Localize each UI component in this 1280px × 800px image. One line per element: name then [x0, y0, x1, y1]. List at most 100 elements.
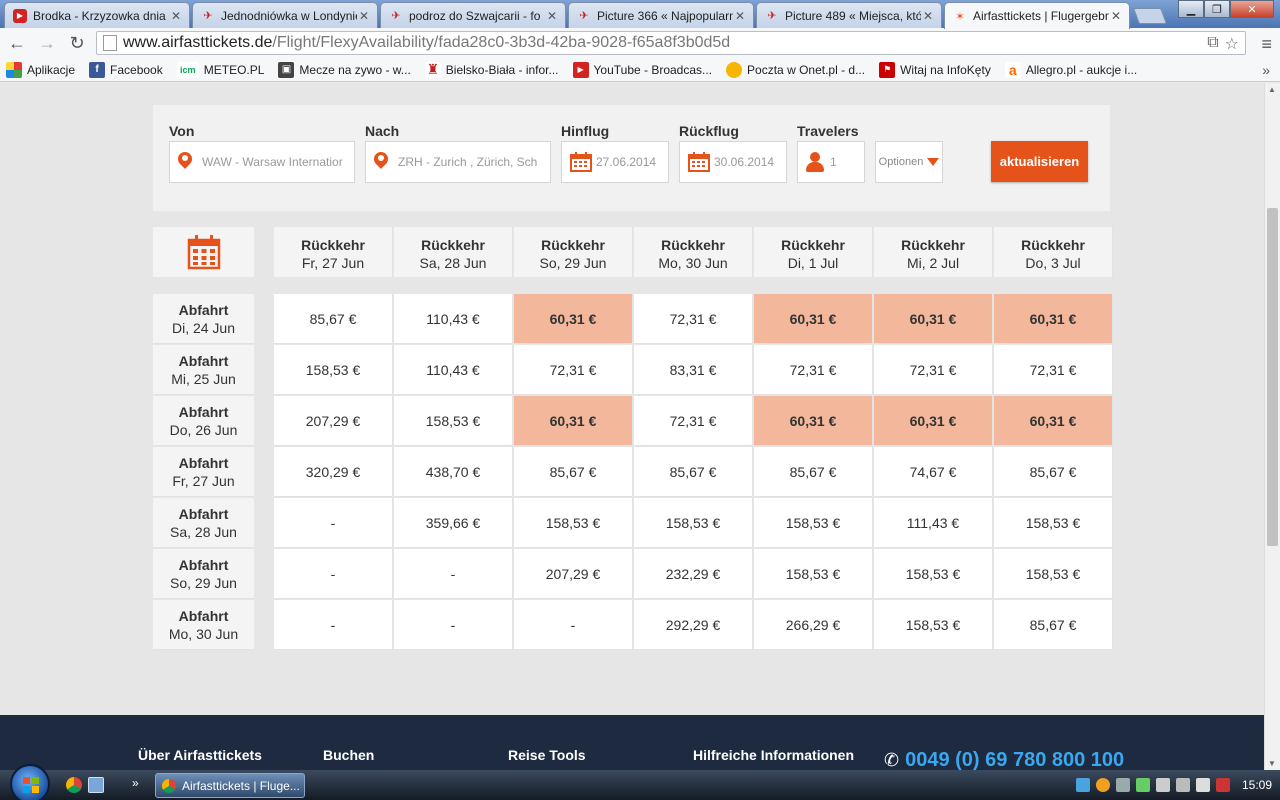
footer-link-help[interactable]: Hilfreiche Informationen: [693, 747, 854, 763]
chrome-icon[interactable]: [66, 777, 82, 793]
scroll-up-icon[interactable]: ▲: [1268, 85, 1276, 94]
price-cell[interactable]: 85,67 €: [514, 447, 633, 497]
from-field[interactable]: WAW - Warsaw Internatior: [169, 141, 355, 183]
menu-icon[interactable]: ≡: [1261, 34, 1272, 55]
price-cell[interactable]: 158,53 €: [754, 498, 873, 548]
devices-icon[interactable]: [1115, 778, 1130, 792]
price-cell[interactable]: 158,53 €: [994, 549, 1113, 599]
browser-tab[interactable]: ▶ Brodka - Krzyzowka dnia ✕: [4, 2, 190, 28]
price-cell[interactable]: 83,31 €: [634, 345, 753, 395]
price-cell[interactable]: 110,43 €: [394, 294, 513, 344]
price-cell[interactable]: 158,53 €: [754, 549, 873, 599]
maximize-button[interactable]: ❐: [1204, 0, 1230, 18]
app-tray-icon[interactable]: [1095, 778, 1110, 792]
scroll-down-icon[interactable]: ▼: [1268, 759, 1276, 768]
price-cell-lowest[interactable]: 60,31 €: [754, 396, 873, 446]
bookmark-youtube[interactable]: ▶ YouTube - Broadcas...: [572, 61, 712, 78]
price-cell[interactable]: 158,53 €: [874, 600, 993, 650]
forward-button[interactable]: →: [34, 30, 60, 56]
minimize-button[interactable]: ▁: [1178, 0, 1204, 18]
price-cell[interactable]: 72,31 €: [754, 345, 873, 395]
price-cell[interactable]: 207,29 €: [514, 549, 633, 599]
bookmark-apps[interactable]: Aplikacje: [6, 61, 75, 78]
browser-tab-active[interactable]: ✶ Airfasttickets | Flugergebn ✕: [944, 2, 1130, 29]
price-cell[interactable]: 110,43 €: [394, 345, 513, 395]
price-cell[interactable]: 158,53 €: [274, 345, 393, 395]
price-cell[interactable]: 158,53 €: [874, 549, 993, 599]
price-cell[interactable]: 158,53 €: [994, 498, 1113, 548]
price-cell[interactable]: 85,67 €: [994, 600, 1113, 650]
price-cell[interactable]: 292,29 €: [634, 600, 753, 650]
options-dropdown[interactable]: Optionen: [875, 141, 943, 183]
price-cell[interactable]: 74,67 €: [874, 447, 993, 497]
quicklaunch-overflow-icon[interactable]: »: [132, 776, 139, 790]
new-tab-button[interactable]: [1133, 8, 1167, 24]
scrollbar-thumb[interactable]: [1267, 208, 1278, 546]
close-icon[interactable]: ✕: [169, 9, 183, 23]
price-cell[interactable]: 111,43 €: [874, 498, 993, 548]
outbound-date-field[interactable]: 27.06.2014: [561, 141, 669, 183]
browser-tab[interactable]: ✈ Picture 489 « Miejsca, któ ✕: [756, 2, 942, 28]
price-cell[interactable]: 72,31 €: [634, 396, 753, 446]
footer-phone[interactable]: ✆ 0049 (0) 69 780 800 100: [884, 749, 1124, 770]
browser-tab[interactable]: ✈ Jednodniówka w Londynie ✕: [192, 2, 378, 28]
bookmark-meteo[interactable]: icm METEO.PL: [176, 61, 264, 78]
bookmark-mecze[interactable]: ▣ Mecze na zywo - w...: [278, 61, 411, 78]
network-icon[interactable]: [1175, 778, 1190, 792]
price-cell[interactable]: 158,53 €: [634, 498, 753, 548]
close-icon[interactable]: ✕: [357, 9, 371, 23]
price-cell-lowest[interactable]: 60,31 €: [514, 396, 633, 446]
browser-tab[interactable]: ✈ Picture 366 « Najpopularn ✕: [568, 2, 754, 28]
bookmark-infokety[interactable]: ⚑ Witaj na InfoKęty: [879, 61, 991, 78]
price-cell[interactable]: 232,29 €: [634, 549, 753, 599]
to-field[interactable]: ZRH - Zurich , Zürich, Sch: [365, 141, 551, 183]
star-icon[interactable]: ☆: [1225, 34, 1239, 54]
price-cell-lowest[interactable]: 60,31 €: [994, 396, 1113, 446]
bookmark-facebook[interactable]: f Facebook: [89, 61, 163, 78]
reload-button[interactable]: ↻: [64, 30, 90, 56]
price-cell[interactable]: 72,31 €: [514, 345, 633, 395]
price-cell[interactable]: 85,67 €: [994, 447, 1113, 497]
green-tray-icon[interactable]: [1135, 778, 1150, 792]
price-cell[interactable]: 85,67 €: [274, 294, 393, 344]
travelers-field[interactable]: 1: [797, 141, 865, 183]
security-icon[interactable]: [1215, 778, 1230, 792]
close-icon[interactable]: ✕: [733, 9, 747, 23]
footer-link-about[interactable]: Über Airfasttickets: [138, 747, 262, 763]
page-scrollbar[interactable]: ▲ ▼: [1264, 83, 1280, 770]
bookmark-onet[interactable]: Poczta w Onet.pl - d...: [726, 61, 865, 78]
show-desktop-icon[interactable]: [88, 777, 104, 793]
address-bar[interactable]: www.airfasttickets.de/Flight/FlexyAvaila…: [96, 31, 1246, 55]
taskbar-window-button[interactable]: Airfasttickets | Fluge...: [155, 773, 305, 798]
price-cell[interactable]: 320,29 €: [274, 447, 393, 497]
translate-icon[interactable]: ⧉: [1207, 34, 1218, 54]
price-cell[interactable]: 266,29 €: [754, 600, 873, 650]
price-cell-lowest[interactable]: 60,31 €: [994, 294, 1113, 344]
close-icon[interactable]: ✕: [1109, 9, 1123, 23]
price-cell-lowest[interactable]: 60,31 €: [514, 294, 633, 344]
footer-link-travel-tools[interactable]: Reise Tools: [508, 747, 586, 763]
bookmarks-overflow-icon[interactable]: »: [1262, 62, 1270, 78]
close-icon[interactable]: ✕: [545, 9, 559, 23]
price-cell[interactable]: 158,53 €: [514, 498, 633, 548]
bookmark-allegro[interactable]: a Allegro.pl - aukcje i...: [1004, 61, 1137, 78]
price-cell[interactable]: 72,31 €: [994, 345, 1113, 395]
close-icon[interactable]: ✕: [921, 9, 935, 23]
flag-tray-icon[interactable]: [1155, 778, 1170, 792]
start-button[interactable]: [10, 764, 50, 800]
price-cell[interactable]: 72,31 €: [634, 294, 753, 344]
price-cell[interactable]: 438,70 €: [394, 447, 513, 497]
dropbox-icon[interactable]: [1075, 778, 1090, 792]
price-cell[interactable]: 85,67 €: [634, 447, 753, 497]
browser-tab[interactable]: ✈ podroz do Szwajcarii - fo ✕: [380, 2, 566, 28]
volume-icon[interactable]: [1195, 778, 1210, 792]
close-window-button[interactable]: ✕: [1230, 0, 1274, 18]
return-date-field[interactable]: 30.06.2014: [679, 141, 787, 183]
price-cell[interactable]: 72,31 €: [874, 345, 993, 395]
price-cell[interactable]: 359,66 €: [394, 498, 513, 548]
bookmark-bielsko[interactable]: ♜ Bielsko-Biała - infor...: [424, 61, 559, 78]
price-cell[interactable]: 158,53 €: [394, 396, 513, 446]
price-cell[interactable]: 85,67 €: [754, 447, 873, 497]
price-cell[interactable]: 207,29 €: [274, 396, 393, 446]
back-button[interactable]: ←: [4, 30, 30, 56]
